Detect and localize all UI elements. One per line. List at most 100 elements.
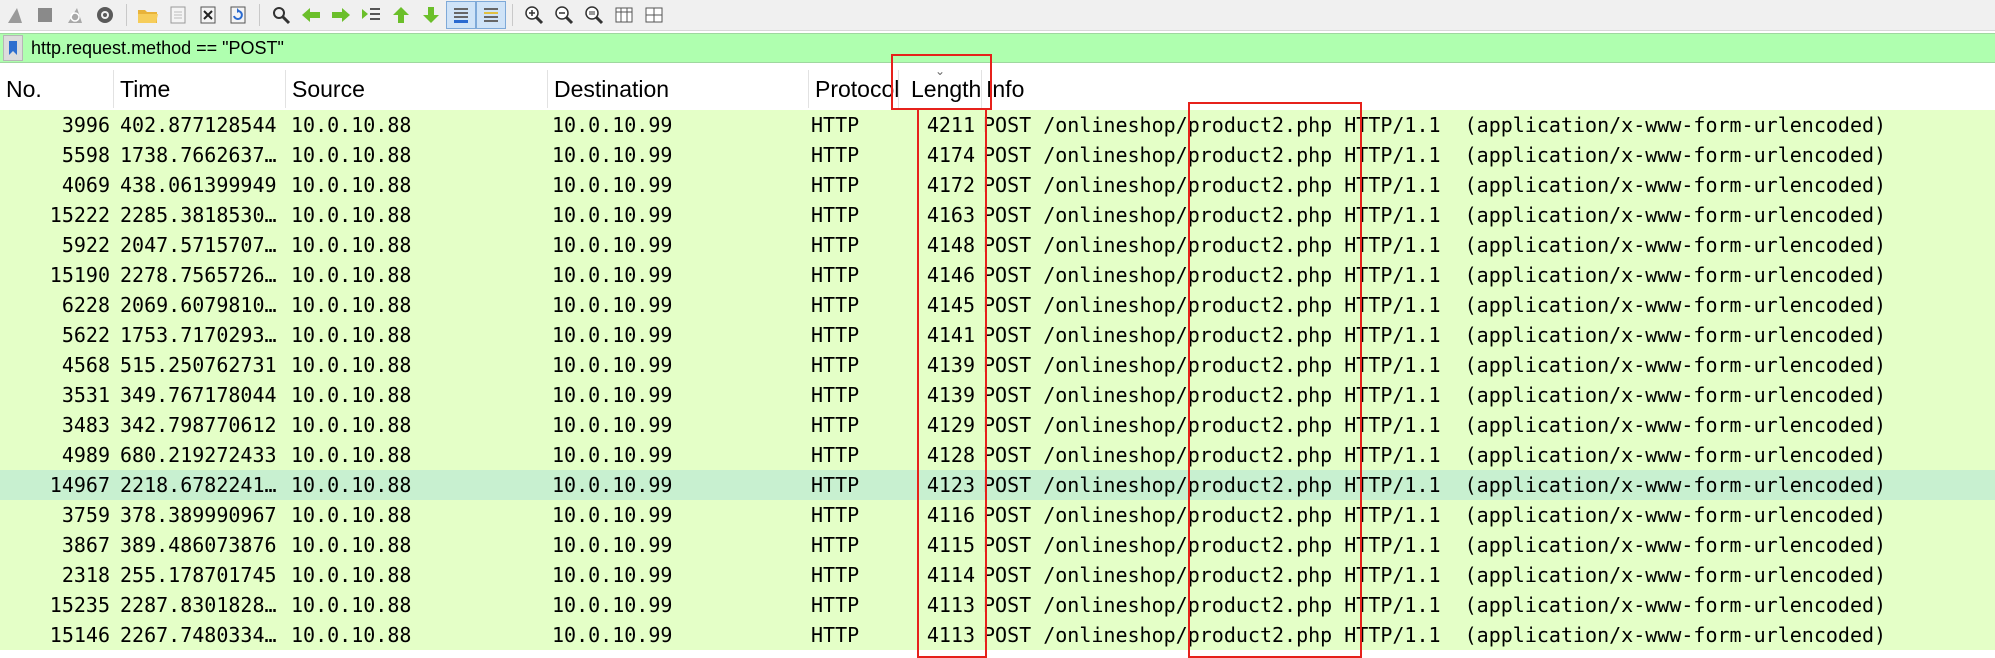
packet-row[interactable]: 5598 1738.7662637… 10.0.10.88 10.0.10.99 HTT… <box>0 140 1995 170</box>
cell-protocol: HTTP <box>811 563 860 587</box>
go-back-arrow-icon[interactable] <box>296 1 326 29</box>
cell-length: 4145 <box>926 293 975 317</box>
packet-row[interactable]: 15190 2278.7565726… 10.0.10.88 10.0.10.99 HT… <box>0 260 1995 290</box>
cell-protocol: HTTP <box>811 233 860 257</box>
cell-protocol: HTTP <box>811 503 860 527</box>
zoom-out-icon[interactable] <box>549 1 579 29</box>
packet-row[interactable]: 15146 2267.7480334… 10.0.10.88 10.0.10.99 HT… <box>0 620 1995 650</box>
column-header-info[interactable]: Info <box>982 70 1995 108</box>
cell-length: 4174 <box>926 143 975 167</box>
packet-row[interactable]: 4069 438.061399949 10.0.10.88 10.0.10.99 HTT… <box>0 170 1995 200</box>
packet-row[interactable]: 3996 402.877128544 10.0.10.88 10.0.10.99 HTT… <box>0 110 1995 140</box>
cell-destination: 10.0.10.99 <box>552 533 673 557</box>
go-forward-arrow-icon[interactable] <box>326 1 356 29</box>
column-header-protocol[interactable]: Protocol <box>809 70 899 108</box>
cell-no: 4069 <box>61 173 110 197</box>
cell-source: 10.0.10.88 <box>291 143 412 167</box>
cell-no: 15222 <box>49 203 110 227</box>
reload-file-icon[interactable] <box>223 1 253 29</box>
packet-row[interactable]: 15222 2285.3818530… 10.0.10.88 10.0.10.99 HT… <box>0 200 1995 230</box>
packet-row[interactable]: 5922 2047.5715707… 10.0.10.88 10.0.10.99 HTT… <box>0 230 1995 260</box>
go-to-last-packet-icon[interactable] <box>416 1 446 29</box>
save-file-icon[interactable] <box>163 1 193 29</box>
go-to-first-packet-icon[interactable] <box>386 1 416 29</box>
cell-source: 10.0.10.88 <box>291 353 412 377</box>
cell-length: 4172 <box>926 173 975 197</box>
packet-row[interactable]: 5622 1753.7170293… 10.0.10.88 10.0.10.99 HTT… <box>0 320 1995 350</box>
wireshark-window: No. Time Source Destination Protocol Len… <box>0 0 1995 658</box>
autoscroll-icon[interactable] <box>446 1 476 29</box>
column-header-source[interactable]: Source <box>286 70 548 108</box>
cell-no: 15146 <box>49 623 110 647</box>
filter-bookmark-icon[interactable] <box>3 35 23 61</box>
normal-size-icon[interactable] <box>579 1 609 29</box>
cell-length: 4115 <box>926 533 975 557</box>
packet-row[interactable]: 3531 349.767178044 10.0.10.88 10.0.10.99 HTT… <box>0 380 1995 410</box>
packet-row[interactable]: 3483 342.798770612 10.0.10.88 10.0.10.99 HTT… <box>0 410 1995 440</box>
shark-fin-start-icon[interactable] <box>0 1 30 29</box>
cell-info: POST /onlineshop/product2.php HTTP/1.1 (… <box>983 263 1887 287</box>
cell-protocol: HTTP <box>811 473 860 497</box>
cell-info: POST /onlineshop/product2.php HTTP/1.1 (… <box>983 233 1887 257</box>
packet-row[interactable]: 3867 389.486073876 10.0.10.88 10.0.10.99 HTT… <box>0 530 1995 560</box>
find-packet-icon[interactable] <box>266 1 296 29</box>
packet-row[interactable]: 6228 2069.6079810… 10.0.10.88 10.0.10.99 HTT… <box>0 290 1995 320</box>
capture-options-gear-icon[interactable] <box>90 1 120 29</box>
cell-time: 389.486073876 <box>120 533 277 557</box>
zoom-in-icon[interactable] <box>519 1 549 29</box>
stop-square-icon[interactable] <box>30 1 60 29</box>
restart-capture-icon[interactable] <box>60 1 90 29</box>
resize-columns-icon[interactable] <box>609 1 639 29</box>
cell-source: 10.0.10.88 <box>291 593 412 617</box>
packet-row[interactable]: 2318 255.178701745 10.0.10.88 10.0.10.99 HTT… <box>0 560 1995 590</box>
cell-destination: 10.0.10.99 <box>552 233 673 257</box>
cell-source: 10.0.10.88 <box>291 623 412 647</box>
packet-row[interactable]: 3759 378.389990967 10.0.10.88 10.0.10.99 HTT… <box>0 500 1995 530</box>
packet-row[interactable]: 4989 680.219272433 10.0.10.88 10.0.10.99 HTT… <box>0 440 1995 470</box>
toolbar-separator <box>259 4 260 26</box>
cell-source: 10.0.10.88 <box>291 443 412 467</box>
open-folder-icon[interactable] <box>133 1 163 29</box>
cell-protocol: HTTP <box>811 263 860 287</box>
cell-time: 2287.8301828… <box>120 593 277 617</box>
cell-source: 10.0.10.88 <box>291 263 412 287</box>
cell-length: 4141 <box>926 323 975 347</box>
cell-info: POST /onlineshop/product2.php HTTP/1.1 (… <box>983 413 1887 437</box>
cell-info: POST /onlineshop/product2.php HTTP/1.1 (… <box>983 593 1887 617</box>
cell-time: 349.767178044 <box>120 383 277 407</box>
cell-protocol: HTTP <box>811 113 860 137</box>
column-header-destination[interactable]: Destination <box>548 70 809 108</box>
cell-no: 6228 <box>61 293 110 317</box>
cell-destination: 10.0.10.99 <box>552 263 673 287</box>
cell-info: POST /onlineshop/product2.php HTTP/1.1 (… <box>983 533 1887 557</box>
cell-time: 1753.7170293… <box>120 323 277 347</box>
cell-source: 10.0.10.88 <box>291 563 412 587</box>
packet-row[interactable]: 14967 2218.6782241… 10.0.10.88 10.0.10.99 HT… <box>0 470 1995 500</box>
layout-icon[interactable] <box>639 1 669 29</box>
display-filter-input[interactable] <box>31 35 1931 61</box>
cell-destination: 10.0.10.99 <box>552 503 673 527</box>
cell-source: 10.0.10.88 <box>291 113 412 137</box>
column-header-time[interactable]: Time <box>114 70 286 108</box>
go-to-packet-icon[interactable] <box>356 1 386 29</box>
cell-protocol: HTTP <box>811 443 860 467</box>
toolbar-separator <box>126 4 127 26</box>
cell-info: POST /onlineshop/product2.php HTTP/1.1 (… <box>983 563 1887 587</box>
cell-protocol: HTTP <box>811 623 860 647</box>
cell-length: 4139 <box>926 353 975 377</box>
cell-protocol: HTTP <box>811 593 860 617</box>
column-header-no[interactable]: No. <box>0 70 114 108</box>
cell-length: 4129 <box>926 413 975 437</box>
cell-time: 1738.7662637… <box>120 143 277 167</box>
cell-source: 10.0.10.88 <box>291 503 412 527</box>
cell-source: 10.0.10.88 <box>291 413 412 437</box>
packet-row[interactable]: 15235 2287.8301828… 10.0.10.88 10.0.10.99 HT… <box>0 590 1995 620</box>
packet-list[interactable]: 3996 402.877128544 10.0.10.88 10.0.10.99 HTT… <box>0 110 1995 658</box>
colorize-icon[interactable] <box>476 1 506 29</box>
close-file-icon[interactable] <box>193 1 223 29</box>
cell-length: 4146 <box>926 263 975 287</box>
cell-no: 4568 <box>61 353 110 377</box>
toolbar-separator <box>512 4 513 26</box>
packet-row[interactable]: 4568 515.250762731 10.0.10.88 10.0.10.99 HTT… <box>0 350 1995 380</box>
cell-length: 4113 <box>926 623 975 647</box>
